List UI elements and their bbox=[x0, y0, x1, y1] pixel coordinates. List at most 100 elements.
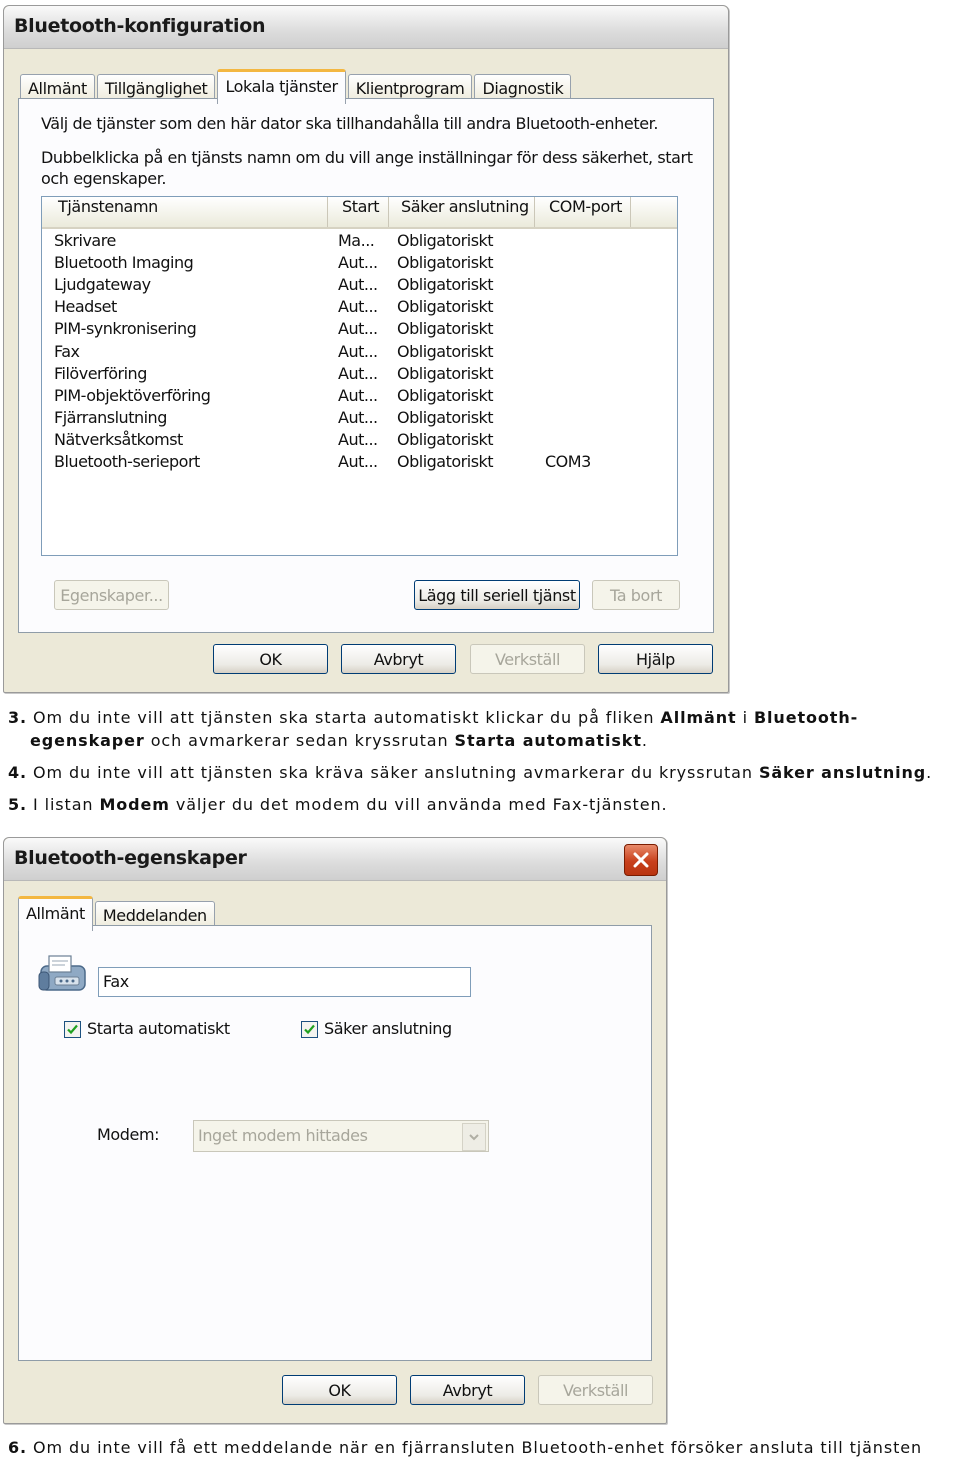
service-row[interactable]: Fjärranslutning Aut... Obligatoriskt bbox=[42, 408, 677, 430]
service-name-cell: Fjärranslutning bbox=[54, 407, 167, 427]
step-3-line-1: 3. Om du inte vill att tjänsten ska star… bbox=[8, 708, 858, 727]
step-5-text-c: väljer du det modem du vill använda med … bbox=[175, 795, 668, 814]
list-header: Tjänstenamn Start Säker anslutning COM-p… bbox=[42, 197, 677, 229]
service-start-cell: Ma... bbox=[338, 231, 375, 250]
apply-button[interactable]: Verkställ bbox=[470, 644, 585, 674]
service-com-cell bbox=[545, 231, 625, 253]
properties-button[interactable]: Egenskaper... bbox=[54, 580, 169, 610]
step-3-bold-auto-start: Starta automatiskt bbox=[454, 731, 642, 750]
modem-select[interactable]: Inget modem hittades bbox=[193, 1120, 489, 1152]
service-row[interactable]: Skrivare Ma... Obligatoriskt bbox=[42, 231, 677, 253]
cancel-button[interactable]: Avbryt bbox=[410, 1375, 525, 1405]
service-name-cell: Filöverföring bbox=[54, 363, 147, 383]
remove-button[interactable]: Ta bort bbox=[592, 580, 680, 610]
service-com-cell bbox=[545, 430, 625, 452]
column-header-start[interactable]: Start bbox=[336, 197, 389, 227]
step-4-text: Om du inte vill att tjänsten ska kräva s… bbox=[33, 763, 753, 782]
service-row[interactable]: Fax Aut... Obligatoriskt bbox=[42, 342, 677, 364]
column-header-com-port[interactable]: COM-port bbox=[543, 197, 631, 227]
checkmark-icon bbox=[304, 1024, 315, 1035]
service-com-cell bbox=[545, 364, 625, 386]
service-name-cell: Bluetooth Imaging bbox=[54, 253, 194, 273]
close-button[interactable] bbox=[624, 844, 658, 876]
title-bar[interactable]: Bluetooth-egenskaper bbox=[4, 838, 666, 881]
secure-connection-checkbox[interactable] bbox=[301, 1021, 318, 1038]
apply-button[interactable]: Verkställ bbox=[538, 1375, 653, 1405]
service-name-cell: Ljudgateway bbox=[54, 275, 151, 295]
service-row[interactable]: Nätverksåtkomst Aut... Obligatoriskt bbox=[42, 430, 677, 452]
service-start-cell: Aut... bbox=[338, 429, 378, 449]
bluetooth-configuration-window: Bluetooth-konfiguration Allmänt Tillgäng… bbox=[3, 5, 729, 693]
service-row[interactable]: Headset Aut... Obligatoriskt bbox=[42, 297, 677, 319]
service-name-cell: PIM-objektöverföring bbox=[54, 385, 211, 405]
column-header-secure-connection[interactable]: Säker anslutning bbox=[395, 197, 535, 227]
service-com-cell bbox=[545, 319, 625, 341]
checkmark-icon bbox=[67, 1024, 78, 1035]
tab-general[interactable]: Allmänt bbox=[18, 896, 93, 931]
title-bar[interactable]: Bluetooth-konfiguration bbox=[4, 6, 728, 49]
service-secure-cell: Obligatoriskt bbox=[397, 297, 494, 317]
service-start-cell: Aut... bbox=[338, 385, 378, 405]
tab-local-services[interactable]: Lokala tjänster bbox=[217, 69, 346, 104]
service-com-cell bbox=[545, 408, 625, 430]
window-title: Bluetooth-konfiguration bbox=[14, 15, 266, 37]
service-secure-cell: Obligatoriskt bbox=[397, 275, 494, 295]
service-start-cell: Aut... bbox=[338, 341, 378, 361]
step-3-text-2: och avmarkerar sedan kryssrutan bbox=[150, 731, 449, 750]
ok-button[interactable]: OK bbox=[213, 644, 328, 674]
step-5-text-a: I listan bbox=[33, 795, 94, 814]
intro-text-line3: och egenskaper. bbox=[41, 169, 167, 188]
service-name-cell: Headset bbox=[54, 297, 117, 317]
cancel-button[interactable]: Avbryt bbox=[341, 644, 456, 674]
service-row[interactable]: Filöverföring Aut... Obligatoriskt bbox=[42, 364, 677, 386]
auto-start-checkbox[interactable] bbox=[64, 1021, 81, 1038]
step-3-text: Om du inte vill att tjänsten ska starta … bbox=[33, 708, 655, 727]
service-row[interactable]: Bluetooth Imaging Aut... Obligatoriskt bbox=[42, 253, 677, 275]
step-4: 4. Om du inte vill att tjänsten ska kräv… bbox=[8, 763, 932, 782]
service-row[interactable]: PIM-objektöverföring Aut... Obligatoriskt bbox=[42, 386, 677, 408]
step-6: 6. Om du inte vill få ett meddelande när… bbox=[8, 1438, 922, 1457]
step-3-line-2: egenskaper och avmarkerar sedan kryssrut… bbox=[30, 731, 648, 750]
service-com-cell: COM3 bbox=[545, 452, 591, 471]
service-secure-cell: Obligatoriskt bbox=[397, 407, 494, 427]
bluetooth-properties-window: Bluetooth-egenskaper Allmänt Meddelanden bbox=[3, 837, 667, 1424]
help-button[interactable]: Hjälp bbox=[598, 644, 713, 674]
service-com-cell bbox=[545, 297, 625, 319]
service-secure-cell: Obligatoriskt bbox=[397, 231, 494, 250]
step-4-number: 4. bbox=[8, 763, 28, 782]
intro-text-line1: Välj de tjänster som den här dator ska t… bbox=[41, 114, 659, 133]
service-secure-cell: Obligatoriskt bbox=[397, 385, 494, 405]
modem-label: Modem: bbox=[97, 1125, 160, 1144]
service-name-cell: Fax bbox=[54, 341, 80, 361]
service-start-cell: Aut... bbox=[338, 363, 378, 383]
service-name-cell: PIM-synkronisering bbox=[54, 319, 197, 339]
service-name-cell: Bluetooth-serieport bbox=[54, 452, 200, 471]
service-com-cell bbox=[545, 386, 625, 408]
column-header-name[interactable]: Tjänstenamn bbox=[52, 197, 328, 227]
step-5-bold-modem: Modem bbox=[99, 795, 170, 814]
services-list[interactable]: Tjänstenamn Start Säker anslutning COM-p… bbox=[41, 196, 678, 556]
step-3-text-i: i bbox=[742, 708, 748, 727]
service-row[interactable]: Ljudgateway Aut... Obligatoriskt bbox=[42, 275, 677, 297]
step-3-number: 3. bbox=[8, 708, 28, 727]
service-name-field[interactable]: Fax bbox=[98, 967, 471, 997]
step-4-period: . bbox=[926, 763, 933, 782]
step-3-period: . bbox=[641, 731, 648, 750]
secure-connection-label[interactable]: Säker anslutning bbox=[324, 1019, 452, 1038]
ok-button[interactable]: OK bbox=[282, 1375, 397, 1405]
service-start-cell: Aut... bbox=[338, 297, 378, 317]
service-secure-cell: Obligatoriskt bbox=[397, 452, 494, 471]
auto-start-label[interactable]: Starta automatiskt bbox=[87, 1019, 230, 1038]
chevron-down-icon[interactable] bbox=[462, 1123, 486, 1151]
service-secure-cell: Obligatoriskt bbox=[397, 253, 494, 273]
fax-icon bbox=[35, 950, 91, 998]
step-6-text: Om du inte vill få ett meddelande när en… bbox=[33, 1438, 923, 1457]
service-row[interactable]: PIM-synkronisering Aut... Obligatoriskt bbox=[42, 319, 677, 341]
service-row[interactable]: Bluetooth-serieport Aut... Obligatoriskt CO… bbox=[42, 452, 677, 474]
step-4-bold-secure: Säker anslutning bbox=[758, 763, 927, 782]
local-services-panel: Välj de tjänster som den här dator ska t… bbox=[18, 98, 714, 633]
service-com-cell bbox=[545, 275, 625, 297]
step-3-bold-properties: egenskaper bbox=[30, 731, 145, 750]
add-serial-service-button[interactable]: Lägg till seriell tjänst bbox=[414, 580, 580, 610]
service-start-cell: Aut... bbox=[338, 275, 378, 295]
